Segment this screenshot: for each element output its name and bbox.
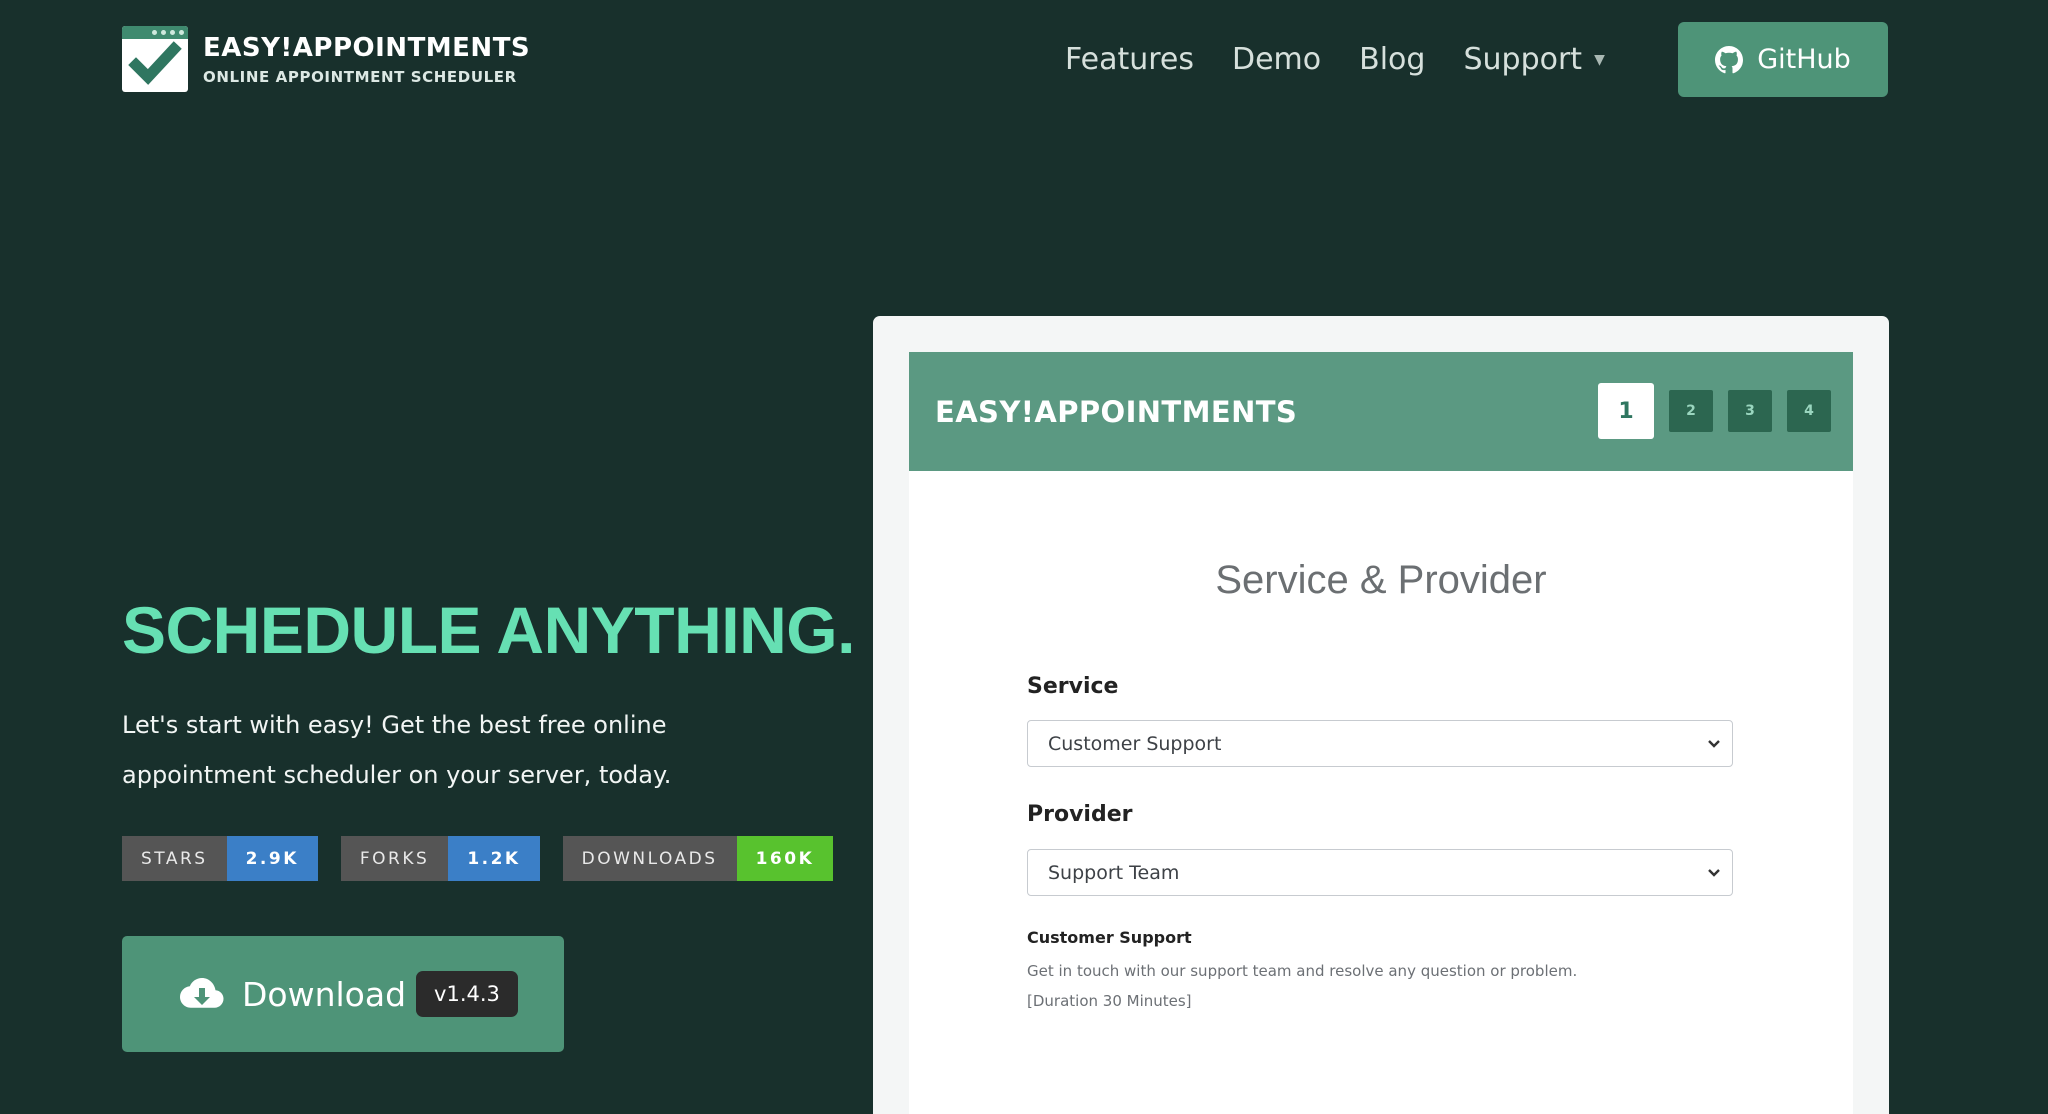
brand-title: EASY!APPOINTMENTS	[203, 32, 531, 63]
step-3[interactable]: 3	[1728, 390, 1772, 432]
wizard-steps: 1 2 3 4	[1598, 383, 1831, 439]
service-info-duration: [Duration 30 Minutes]	[1027, 992, 1192, 1010]
section-title: Service & Provider	[1215, 558, 1547, 602]
service-select-value: Customer Support	[1048, 732, 1222, 755]
nav-blog[interactable]: Blog	[1359, 38, 1425, 82]
step-4[interactable]: 4	[1787, 390, 1831, 432]
badge-label: STARS	[122, 836, 227, 881]
github-icon	[1715, 45, 1744, 73]
stats-badges: STARS 2.9K FORKS 1.2K DOWNLOADS 160K	[122, 836, 856, 881]
app-preview-card: EASY!APPOINTMENTS 1 2 3 4 Service & Prov…	[873, 316, 1889, 1114]
downloads-badge[interactable]: DOWNLOADS 160K	[562, 836, 834, 881]
provider-select-value: Support Team	[1048, 861, 1180, 884]
chevron-down-icon	[1708, 740, 1720, 748]
cloud-download-icon	[180, 978, 224, 1008]
version-badge: v1.4.3	[416, 971, 518, 1017]
brand-subtitle: ONLINE APPOINTMENT SCHEDULER	[203, 67, 517, 86]
provider-label: Provider	[1027, 802, 1133, 827]
github-button[interactable]: GitHub	[1678, 22, 1888, 97]
badge-label: DOWNLOADS	[562, 836, 737, 881]
caret-down-icon: ▼	[1594, 52, 1605, 68]
badge-value: 160K	[736, 836, 834, 881]
service-info-description: Get in touch with our support team and r…	[1027, 962, 1578, 980]
nav-support-dropdown[interactable]: Support ▼	[1463, 38, 1604, 82]
nav-features[interactable]: Features	[1065, 38, 1194, 82]
forks-badge[interactable]: FORKS 1.2K	[340, 836, 540, 881]
hero-headline: SCHEDULE ANYTHING.	[122, 593, 855, 667]
check-calendar-icon	[122, 26, 188, 92]
chevron-down-icon	[1708, 869, 1720, 877]
service-info-name: Customer Support	[1027, 928, 1192, 947]
booking-wizard-preview: EASY!APPOINTMENTS 1 2 3 4 Service & Prov…	[909, 352, 1853, 1114]
badge-value: 1.2K	[448, 836, 540, 881]
step-2[interactable]: 2	[1669, 390, 1713, 432]
wizard-header: EASY!APPOINTMENTS 1 2 3 4	[909, 352, 1853, 471]
main-nav: Features Demo Blog Support ▼	[1065, 38, 1643, 82]
github-label: GitHub	[1757, 44, 1851, 75]
brand-logo[interactable]: EASY!APPOINTMENTS ONLINE APPOINTMENT SCH…	[122, 26, 530, 92]
wizard-title: EASY!APPOINTMENTS	[935, 394, 1298, 429]
download-button[interactable]: Download v1.4.3	[122, 936, 564, 1052]
service-info: Get in touch with our support team and r…	[1027, 956, 1577, 1016]
badge-value: 2.9K	[226, 836, 318, 881]
nav-demo[interactable]: Demo	[1232, 38, 1321, 82]
badge-label: FORKS	[340, 836, 449, 881]
service-label: Service	[1027, 674, 1119, 699]
hero-lead: Let's start with easy! Get the best free…	[122, 711, 672, 789]
stars-badge[interactable]: STARS 2.9K	[122, 836, 318, 881]
download-label: Download	[242, 974, 407, 1014]
nav-support-label: Support	[1463, 42, 1583, 77]
step-1[interactable]: 1	[1598, 383, 1654, 439]
provider-select[interactable]: Support Team	[1027, 849, 1733, 896]
service-select[interactable]: Customer Support	[1027, 720, 1733, 767]
